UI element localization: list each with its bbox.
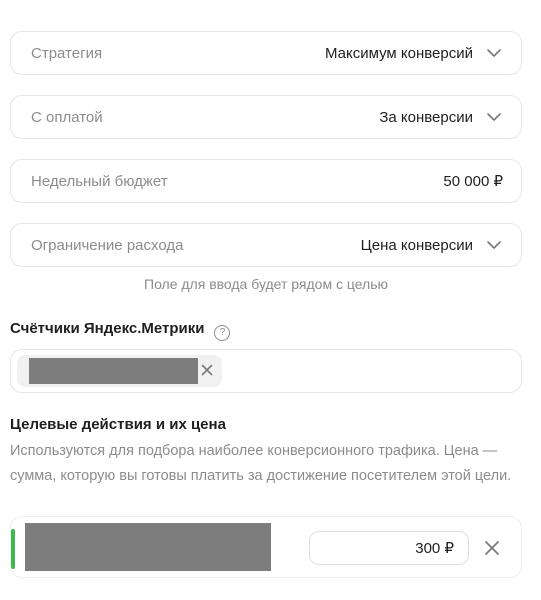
close-icon[interactable] (198, 361, 216, 379)
payment-label: С оплатой (31, 108, 103, 126)
counters-title-row: Счётчики Яндекс.Метрики? (10, 320, 231, 341)
limit-hint: Поле для ввода будет рядом с целью (144, 276, 388, 292)
redacted-goal-name (25, 523, 271, 571)
limit-label: Ограничение расхода (31, 236, 184, 254)
counter-chip (17, 355, 222, 387)
help-icon[interactable]: ? (214, 324, 231, 341)
close-icon[interactable] (481, 537, 503, 559)
weekly-budget-field[interactable]: Недельный бюджет 50 000 ₽ (10, 159, 522, 203)
budget-label: Недельный бюджет (31, 172, 168, 190)
goal-status-bar (11, 529, 15, 569)
goals-description: Используются для подбора наиболее конвер… (10, 443, 512, 484)
spend-limit-select[interactable]: Ограничение расхода Цена конверсии (10, 223, 522, 267)
strategy-label: Стратегия (31, 44, 103, 62)
strategy-value: Максимум конверсий (324, 44, 473, 62)
chevron-down-icon (487, 113, 501, 121)
chevron-down-icon (487, 241, 501, 249)
goal-price-input[interactable]: 300 ₽ (309, 531, 469, 565)
redacted-counter-name (29, 358, 198, 384)
chevron-down-icon (487, 49, 501, 57)
limit-value: Цена конверсии (360, 236, 473, 254)
goal-row: 300 ₽ (10, 516, 522, 578)
strategy-select[interactable]: Стратегия Максимум конверсий (10, 31, 522, 75)
budget-value: 50 000 ₽ (443, 173, 503, 190)
goals-title: Целевые действия и их цена (10, 416, 226, 433)
counters-title: Счётчики Яндекс.Метрики (10, 320, 205, 337)
payment-select[interactable]: С оплатой За конверсии (10, 95, 522, 139)
goal-price-value: 300 ₽ (415, 540, 454, 557)
counters-input[interactable] (10, 349, 522, 393)
payment-value: За конверсии (379, 108, 473, 126)
